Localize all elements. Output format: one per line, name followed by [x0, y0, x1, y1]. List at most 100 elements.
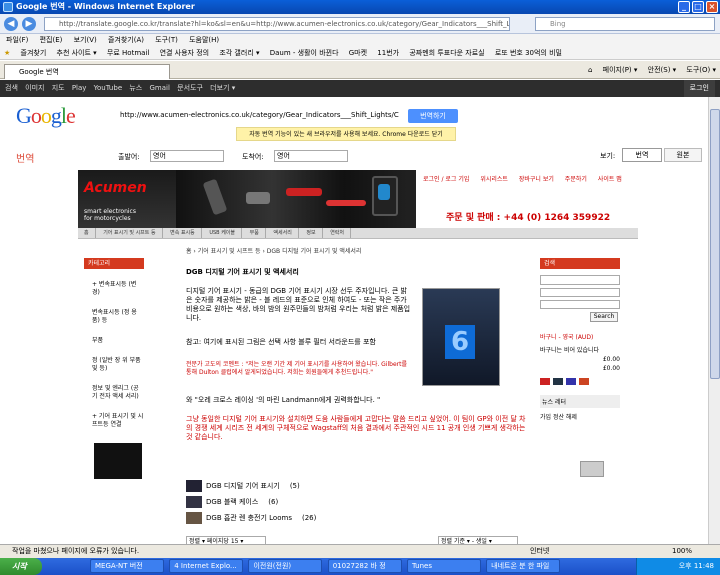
site-subnav: 홈 기어 표시기 및 시프트 등 변속 표시등 USB 케이블 부품 액세서리 … — [78, 228, 638, 239]
fav-item[interactable]: 무료 Hotmail — [107, 49, 149, 57]
search-field[interactable]: Bing — [535, 17, 715, 31]
fav-item[interactable]: 연결 사용자 정의 — [160, 49, 210, 57]
gbar-maps[interactable]: 지도 — [52, 84, 65, 92]
fav-item[interactable]: 조각 갤러리 ▾ — [219, 49, 259, 57]
subnav-item[interactable]: 부품 — [244, 228, 266, 238]
menu-edit[interactable]: 편집(E) — [40, 36, 63, 44]
gbar-play[interactable]: Play — [72, 84, 87, 92]
address-bar: ◀ ▶ http://translate.google.co.kr/transl… — [0, 14, 720, 34]
task-button[interactable]: Tunes — [406, 559, 481, 573]
task-button[interactable]: 이전원(전원) — [248, 559, 323, 573]
category-item[interactable]: 정 (일반 장 위 부품 및 등) — [92, 357, 144, 373]
header-link-login[interactable]: 로그인 / 로그 기입 — [423, 176, 469, 183]
zone-text: 인터넷 — [530, 547, 550, 555]
fav-item[interactable]: 공짜멘희 투표다운 자료실 — [409, 49, 484, 57]
product-item[interactable]: DGB 흡관 렌 충전기 Looms (26) — [186, 510, 526, 526]
menu-help[interactable]: 도움말(H) — [189, 36, 219, 44]
home-icon[interactable]: ⌂ — [588, 66, 592, 74]
forward-icon[interactable]: ▶ — [22, 17, 36, 31]
view-translated-button[interactable]: 번역 — [622, 148, 662, 162]
left-category-box: 카테고리 + 변속표시등 (변경) 변속표시등 (정 용 품) 등 부품 정 (… — [84, 258, 144, 536]
subnav-item[interactable]: USB 케이블 — [203, 228, 242, 238]
page-scrollbar[interactable] — [708, 97, 720, 544]
url-field[interactable]: http://translate.google.co.kr/translate?… — [44, 17, 510, 31]
task-button[interactable]: MEGA-NT 버전 — [90, 559, 164, 573]
subnav-item[interactable]: 홈 — [78, 228, 96, 238]
page-heading: DGB 디지털 기어 표시기 및 액세서리 — [186, 268, 299, 276]
subnav-item[interactable]: 액세서리 — [267, 228, 299, 238]
category-item[interactable]: + 기어 표시기 및 시 프트등 연결 — [92, 413, 144, 429]
task-button[interactable]: 4 Internet Explo... — [169, 559, 244, 573]
favorites-button[interactable]: 즐겨찾기 — [21, 49, 47, 57]
subnav-item[interactable]: 기어 표시기 및 시프트 등 — [97, 228, 163, 238]
fav-item[interactable]: G마켓 — [349, 49, 367, 57]
product-item[interactable]: DGB 디지털 기어 표시기 (5) — [186, 478, 526, 494]
page-menu[interactable]: 페이지(P) ▾ — [603, 66, 638, 74]
task-button[interactable]: 내네트온 분 한 파일 — [486, 559, 561, 573]
translate-button[interactable]: 번역하기 — [408, 109, 458, 123]
login-button[interactable]: 로그인 — [683, 80, 715, 97]
gbar-search[interactable]: 검색 — [5, 84, 18, 92]
status-text: 작업을 마쳤으나 페이지에 오류가 있습니다. — [12, 547, 140, 555]
site-search-button[interactable]: Search — [590, 312, 618, 322]
menu-tools[interactable]: 도구(T) — [155, 36, 178, 44]
scrollbar-thumb[interactable] — [710, 109, 720, 379]
tab-google-translate[interactable]: Google 번역 — [4, 64, 170, 79]
subnav-item[interactable]: 연락처 — [324, 228, 351, 238]
fav-item[interactable]: 로또 번호 30억의 비밀 — [495, 49, 562, 57]
menu-favorites[interactable]: 즐겨찾기(A) — [108, 36, 144, 44]
fav-item[interactable]: Daum - 생활이 바뀐다 — [270, 49, 339, 57]
subnav-item[interactable]: 변속 표시등 — [164, 228, 202, 238]
gbar-images[interactable]: 이미지 — [25, 84, 44, 92]
minimize-button[interactable]: _ — [678, 1, 690, 13]
search-type-select[interactable] — [540, 300, 620, 309]
gbar-gmail[interactable]: Gmail — [149, 84, 169, 92]
view-label: 보기: — [600, 152, 616, 160]
header-link-wishlist[interactable]: 위시리스트 — [480, 176, 508, 183]
close-button[interactable]: × — [706, 1, 718, 13]
fav-item[interactable]: 11번가 — [377, 49, 399, 57]
product-item[interactable]: DGB 블랙 케이스 (6) — [186, 494, 526, 510]
newsletter-heading: 뉴스 레터 — [540, 395, 620, 408]
phone-number: 주문 및 판매 : +44 (0) 1264 359922 — [446, 213, 611, 223]
category-item[interactable]: 정보 및 엔리그 (공기 전자 액세 서리) — [92, 385, 144, 401]
tools-menu[interactable]: 도구(O) ▾ — [686, 66, 716, 74]
category-item[interactable]: 부품 — [92, 337, 144, 345]
gbar-youtube[interactable]: YouTube — [94, 84, 122, 92]
flag-icon[interactable] — [566, 378, 576, 385]
search-category-select[interactable] — [540, 288, 620, 297]
view-original-button[interactable]: 원본 — [664, 148, 702, 162]
gbar-docs[interactable]: 문서도구 — [177, 84, 203, 92]
to-select[interactable]: 영어 — [274, 150, 348, 162]
newsletter-link[interactable]: 가입 정산 해제 — [540, 412, 620, 421]
back-icon[interactable]: ◀ — [4, 17, 18, 31]
header-link-checkout[interactable]: 주문하기 — [565, 176, 587, 183]
google-logo[interactable]: Google — [16, 103, 76, 129]
category-item[interactable]: 변속표시등 (정 용 품) 등 — [92, 309, 144, 325]
safety-menu[interactable]: 안전(S) ▾ — [648, 66, 677, 74]
flag-icon[interactable] — [553, 378, 563, 385]
flag-icon[interactable] — [579, 378, 589, 385]
site-search-input[interactable] — [540, 275, 620, 285]
product-banner-image — [176, 170, 416, 228]
maximize-button[interactable]: □ — [692, 1, 704, 13]
status-bar: 작업을 마쳤으나 페이지에 오류가 있습니다. 인터넷 100% — [0, 544, 720, 558]
start-button[interactable]: 시작 — [0, 558, 42, 575]
subnav-item[interactable]: 정보 — [300, 228, 323, 238]
task-button[interactable]: 01027282 바 정 — [327, 559, 402, 573]
translate-url[interactable]: http://www.acumen-electronics.co.uk/cate… — [120, 111, 400, 119]
menu-view[interactable]: 보기(V) — [74, 36, 97, 44]
flag-icon[interactable] — [540, 378, 550, 385]
window-titlebar: Google 번역 - Windows Internet Explorer _ … — [0, 0, 720, 14]
category-item[interactable]: + 변속표시등 (변경) — [92, 281, 144, 297]
zoom-level[interactable]: 100% — [672, 545, 692, 558]
acumen-logo[interactable]: Acumen smart electronics for motorcycles — [78, 170, 176, 228]
menu-file[interactable]: 파일(F) — [6, 36, 28, 44]
fav-item[interactable]: 추천 사이트 ▾ — [57, 49, 97, 57]
side-banner-image[interactable] — [94, 443, 142, 479]
gbar-news[interactable]: 뉴스 — [129, 84, 142, 92]
from-select[interactable]: 영어 — [150, 150, 224, 162]
gbar-more[interactable]: 더보기 ▾ — [210, 84, 235, 92]
header-link-cart[interactable]: 장바구니 보기 — [519, 176, 554, 183]
header-link-sitemap[interactable]: 사이트 맵 — [598, 176, 622, 183]
